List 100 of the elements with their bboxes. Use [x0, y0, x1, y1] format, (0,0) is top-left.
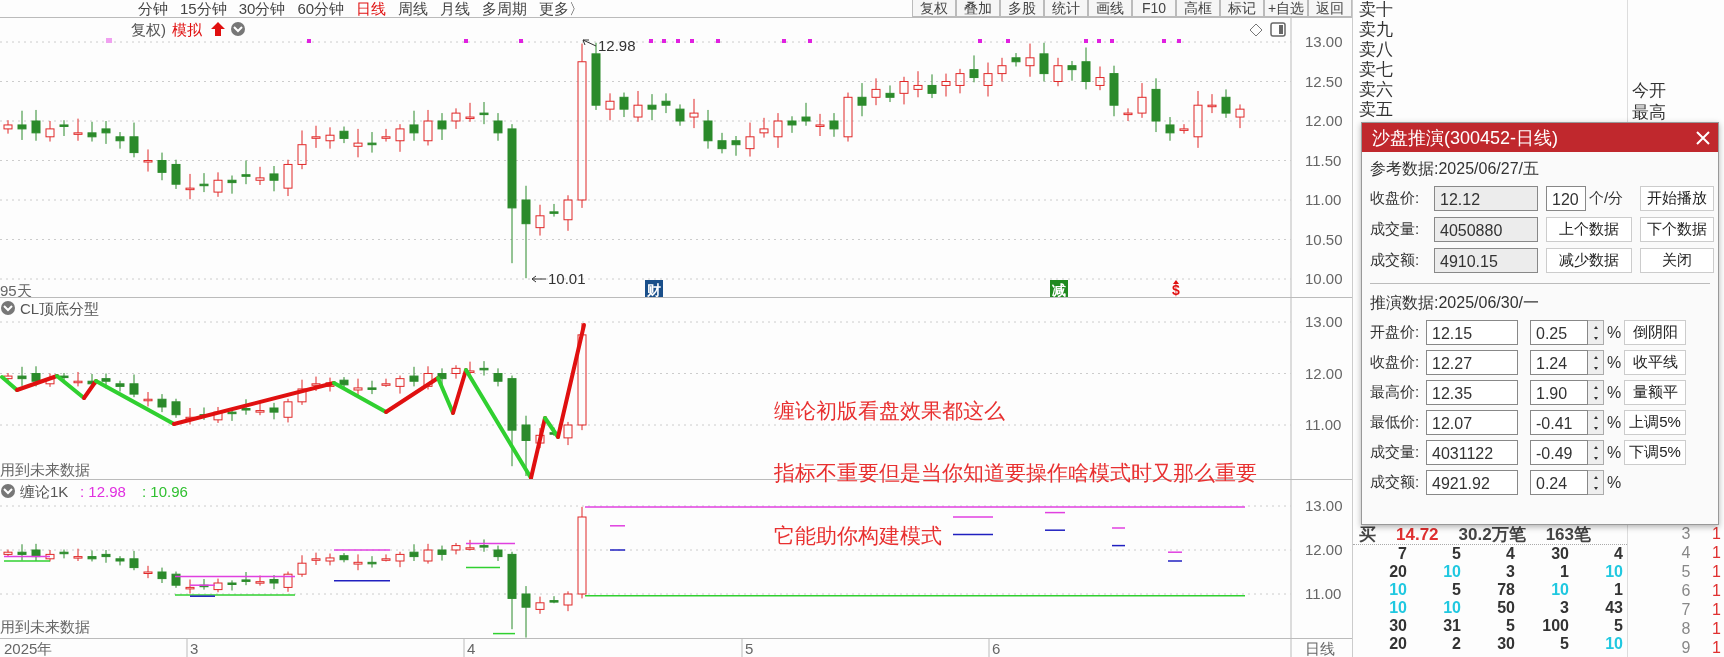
quote-label: 最高 [1631, 102, 1667, 124]
period-tab[interactable]: 日线 [356, 0, 387, 17]
dialog-button[interactable]: 开始播放 [1640, 186, 1714, 211]
dialog-button[interactable]: 量额平 [1624, 380, 1686, 405]
low-price-label: 10.01 [548, 270, 586, 287]
annotation-text: 指标不重要但是当你知道要操作啥模式时又那么重要 [774, 460, 1257, 486]
field-label: 收盘价: [1370, 189, 1421, 208]
trade-volume: 5 [1505, 617, 1515, 635]
trade-volume: 5 [1559, 635, 1569, 653]
indicator-note: 用到未来数据 [0, 618, 90, 636]
toolbar-button[interactable]: F10 [1132, 0, 1176, 17]
dialog-button[interactable]: 上调5% [1624, 410, 1686, 435]
input-field[interactable]: 120 [1546, 186, 1586, 211]
trade-volume: 5 [1451, 545, 1461, 563]
trade-volume: 1 [1613, 581, 1623, 599]
row-number: 9 [1680, 638, 1691, 657]
row-number: 8 [1680, 619, 1691, 638]
field-label: 成交量: [1370, 443, 1421, 462]
toolbar-button[interactable]: +自选 [1264, 0, 1308, 17]
input-field[interactable]: 12.12 [1434, 186, 1538, 211]
trade-volume: 1 [1559, 563, 1569, 581]
period-tab[interactable]: 30分钟 [238, 0, 286, 17]
trade-volume: 20 [1388, 635, 1407, 653]
price-axis-label: 11.00 [1305, 416, 1342, 434]
period-tab[interactable]: 更多〉 [539, 0, 585, 17]
input-field[interactable]: 12.07 [1426, 410, 1518, 435]
price-value: 1 [1712, 619, 1721, 638]
percent-sign: % [1605, 443, 1623, 462]
row-number: 5 [1680, 562, 1691, 581]
input-field[interactable]: 4031122 [1426, 440, 1518, 465]
dialog-button[interactable]: 倒阴阳 [1624, 320, 1686, 345]
period-tab[interactable]: 多周期 [482, 0, 528, 17]
toolbar-button[interactable]: 多股 [1000, 0, 1044, 17]
trade-volume: 7 [1397, 545, 1407, 563]
input-field[interactable]: 1.90 [1530, 380, 1588, 405]
input-field[interactable]: -0.41 [1530, 410, 1588, 435]
mode-label: 模拟 [172, 21, 202, 38]
annotation-text: 缠论初版看盘效果都这么 [774, 398, 1005, 424]
trade-volume: 5 [1613, 617, 1623, 635]
row-number: 4 [1680, 543, 1691, 562]
row-number: 3 [1680, 524, 1691, 543]
period-tab[interactable]: 分钟 [138, 0, 168, 17]
input-field[interactable]: 1.24 [1530, 350, 1588, 375]
trade-volume: 4 [1613, 545, 1623, 563]
price-axis-label: 11.00 [1305, 191, 1342, 208]
input-field[interactable]: 4050880 [1434, 217, 1538, 242]
percent-sign: % [1605, 383, 1623, 402]
input-field[interactable]: 12.35 [1426, 380, 1518, 405]
dialog-button[interactable]: 减少数据 [1546, 248, 1632, 273]
row-number: 6 [1680, 581, 1691, 600]
dialog-button[interactable]: 收平线 [1624, 350, 1686, 375]
trade-volume: 78 [1496, 581, 1515, 599]
dialog-button[interactable]: 下个数据 [1640, 217, 1714, 242]
event-marker[interactable]: 减 [1050, 280, 1068, 298]
indicator-value: : 10.96 [142, 483, 188, 501]
buy-summary-value: 买 [1359, 525, 1376, 544]
event-marker[interactable]: 财 [645, 280, 663, 298]
sell-level-label: 卖五 [1359, 100, 1394, 120]
unit-label: 个/分 [1589, 189, 1624, 208]
field-label: 最低价: [1370, 413, 1421, 432]
toolbar-button[interactable]: 标记 [1220, 0, 1264, 17]
input-field[interactable]: 4921.92 [1426, 470, 1518, 495]
sell-level-label: 卖七 [1359, 60, 1394, 80]
period-tab[interactable]: 60分钟 [297, 0, 345, 17]
days-label: 95天 [0, 282, 32, 298]
indicator-value: : 12.98 [80, 483, 126, 501]
trade-volume: 43 [1604, 599, 1623, 617]
input-field[interactable]: 12.15 [1426, 320, 1518, 345]
toolbar-button[interactable]: 高框 [1176, 0, 1220, 17]
high-price-label: 12.98 [598, 37, 636, 54]
trade-volume: 31 [1442, 617, 1461, 635]
period-tab[interactable]: 月线 [440, 0, 471, 17]
toolbar-button[interactable]: 画线 [1088, 0, 1132, 17]
sell-level-label: 卖六 [1359, 80, 1394, 100]
period-tab[interactable]: 周线 [398, 0, 429, 17]
price-axis-label: 11.50 [1305, 151, 1342, 169]
price-value: 1 [1712, 562, 1721, 581]
dialog-button[interactable]: 下调5% [1624, 440, 1686, 465]
price-value: 1 [1712, 524, 1721, 543]
dialog-button[interactable]: 关闭 [1640, 248, 1714, 273]
toolbar-button[interactable]: 复权 [912, 0, 956, 17]
price-axis-label: 13.00 [1305, 313, 1343, 331]
time-axis-label: 6 [992, 640, 1001, 657]
toolbar-button[interactable]: 返回 [1308, 0, 1352, 17]
percent-sign: % [1605, 323, 1623, 342]
time-axis-label: 4 [467, 640, 476, 657]
dialog-button[interactable]: 上个数据 [1546, 217, 1632, 242]
dialog-title: 沙盘推演(300452-日线) [1372, 126, 1559, 150]
input-field[interactable]: 4910.15 [1434, 248, 1538, 273]
input-field[interactable]: 0.25 [1530, 320, 1588, 345]
input-field[interactable]: 0.24 [1530, 470, 1588, 495]
price-axis-label: 11.00 [1305, 585, 1342, 603]
input-field[interactable]: -0.49 [1530, 440, 1588, 465]
toolbar-button[interactable]: 统计 [1044, 0, 1088, 17]
chart-header-label: 复权) [131, 21, 166, 38]
input-field[interactable]: 12.27 [1426, 350, 1518, 375]
row-number: 7 [1680, 600, 1691, 619]
toolbar-button[interactable]: 叠加 [956, 0, 1000, 17]
period-tab[interactable]: 15分钟 [180, 0, 227, 17]
trade-volume: 10 [1388, 599, 1407, 617]
